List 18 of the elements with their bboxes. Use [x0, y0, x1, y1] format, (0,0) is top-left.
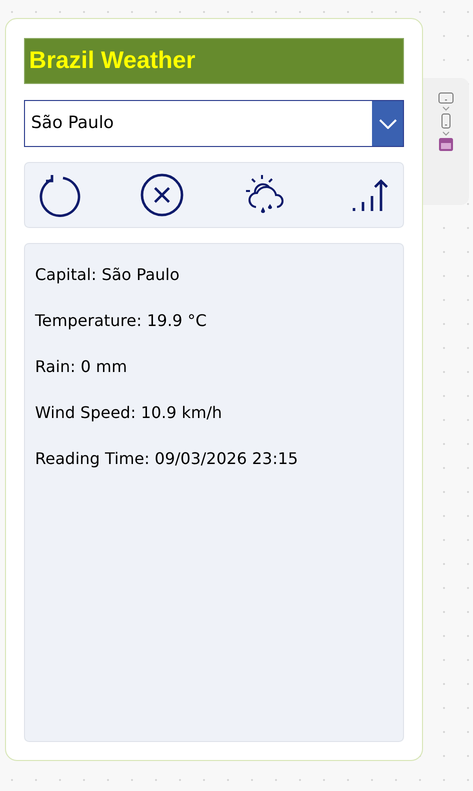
- detail-text: Wind Speed: 10.9 km/h: [35, 402, 224, 424]
- tablet-icon: [438, 92, 454, 104]
- cancel-button[interactable]: [140, 173, 184, 217]
- city-dropdown[interactable]: São Paulo: [24, 100, 404, 147]
- app-title: Brazil Weather: [24, 38, 404, 84]
- chevron-down-icon: [378, 118, 396, 128]
- dropdown-value: São Paulo: [30, 112, 115, 135]
- detail-text: Capital: São Paulo: [35, 264, 181, 286]
- refresh-button[interactable]: [37, 173, 81, 217]
- detail-text: Rain: 0 mm: [35, 356, 128, 378]
- chevron-down-icon: [442, 106, 450, 111]
- close-icon: [140, 173, 184, 217]
- refresh-icon: [37, 173, 81, 217]
- window-icon: [439, 138, 453, 151]
- chevron-down-icon: [442, 131, 450, 136]
- phone-icon: [441, 113, 451, 129]
- detail-text: Reading Time: 09/03/2026 23:15: [35, 448, 300, 470]
- detail-text: Temperature: 19.9 °C: [35, 310, 208, 332]
